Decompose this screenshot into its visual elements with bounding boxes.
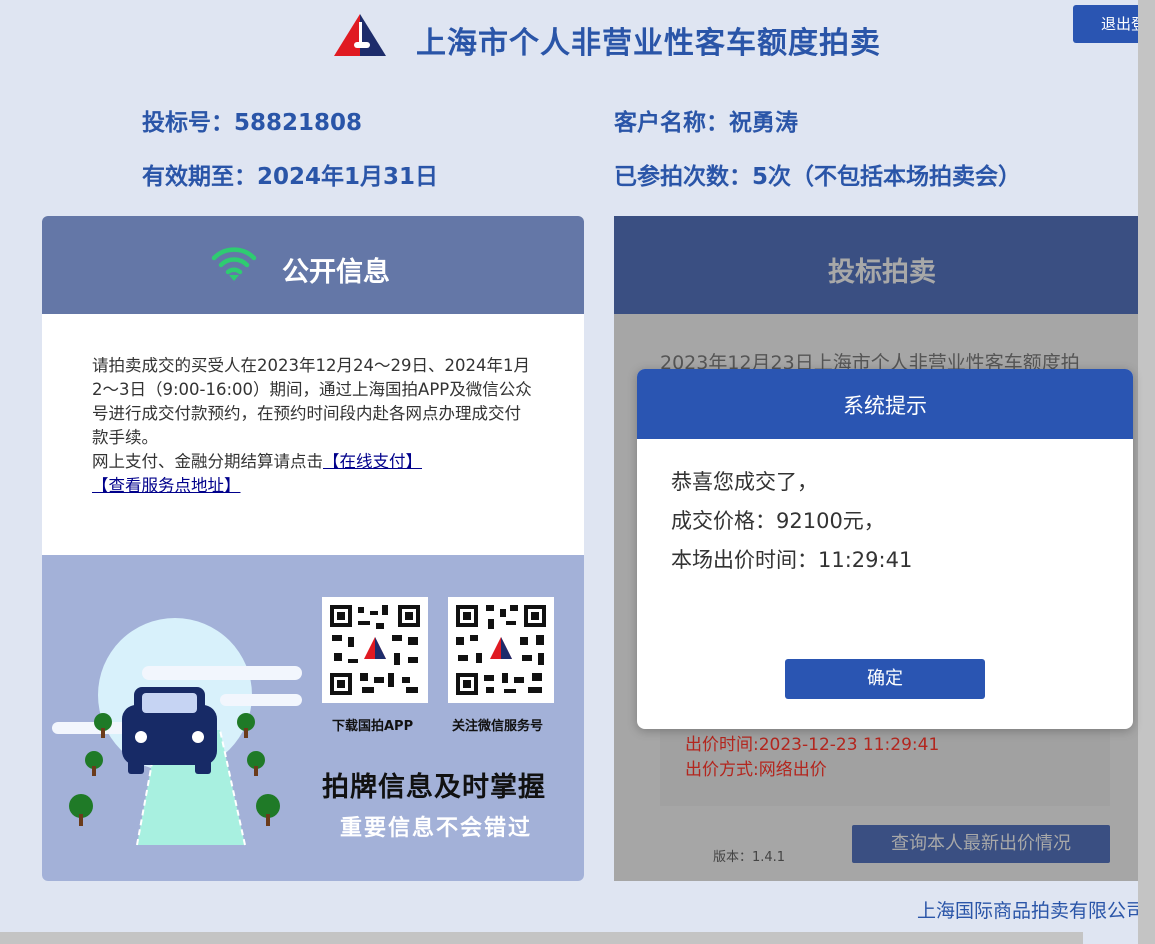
version-label: 版本：1.4.1 — [713, 850, 786, 865]
auction-logo-icon — [334, 14, 386, 56]
participation-count: 已参拍次数：5次（不包括本场拍卖会） — [614, 164, 1022, 190]
public-info-panel: 公开信息 请拍卖成交的买受人在2023年12月24～29日、2024年1月2～3… — [42, 216, 584, 881]
query-latest-bid-button[interactable]: 查询本人最新出价情况 — [852, 825, 1110, 863]
customer-name: 客户名称：祝勇涛 — [614, 110, 798, 136]
horizontal-scrollbar[interactable] — [0, 932, 1083, 944]
qr-app-label: 下载国拍APP — [332, 719, 414, 734]
company-name: 上海国际商品拍卖有限公司 — [917, 900, 1146, 922]
car-illustration — [52, 618, 302, 846]
dialog-message-time: 本场出价时间：11:29:41 — [671, 548, 913, 572]
bidding-title: 投标拍卖 — [828, 257, 936, 288]
payment-prefix: 网上支付、金融分期结算请点击 — [92, 452, 323, 471]
bid-method: 出价方式:网络出价 — [685, 760, 827, 780]
notice-text: 请拍卖成交的买受人在2023年12月24～29日、2024年1月2～3日（9:0… — [92, 354, 537, 498]
bidding-header: 投标拍卖 — [614, 216, 1155, 314]
valid-until: 有效期至：2024年1月31日 — [142, 164, 439, 190]
wifi-icon — [211, 247, 257, 281]
app-qr-code-icon — [322, 597, 428, 703]
public-info-header: 公开信息 — [42, 216, 584, 314]
bid-time: 出价时间:2023-12-23 11:29:41 — [685, 735, 940, 755]
dialog-message-congrats: 恭喜您成交了， — [671, 470, 818, 494]
slogan-main: 拍牌信息及时掌握 — [322, 772, 546, 803]
vertical-scrollbar[interactable] — [1138, 0, 1155, 944]
page-title: 上海市个人非营业性客车额度拍卖 — [416, 26, 881, 61]
promo-banner: 下载国拍APP 关注微信服务号 拍牌信息及时掌握 重要信息不会错过 — [42, 555, 584, 881]
system-prompt-dialog: 系统提示 恭喜您成交了， 成交价格：92100元， 本场出价时间：11:29:4… — [637, 369, 1133, 729]
bid-number: 投标号：58821808 — [142, 110, 363, 136]
dialog-header: 系统提示 — [637, 369, 1133, 439]
qr-wechat-label: 关注微信服务号 — [452, 719, 544, 734]
dialog-title: 系统提示 — [843, 394, 927, 418]
confirm-button[interactable]: 确定 — [785, 659, 985, 699]
dialog-message-price: 成交价格：92100元， — [671, 509, 885, 533]
public-info-title: 公开信息 — [282, 257, 390, 288]
service-address-link[interactable]: 【查看服务点地址】 — [92, 476, 241, 495]
wechat-qr-code-icon — [448, 597, 554, 703]
notice-paragraph: 请拍卖成交的买受人在2023年12月24～29日、2024年1月2～3日（9:0… — [92, 356, 532, 447]
slogan-sub: 重要信息不会错过 — [340, 816, 533, 841]
online-pay-link[interactable]: 【在线支付】 — [323, 452, 422, 471]
